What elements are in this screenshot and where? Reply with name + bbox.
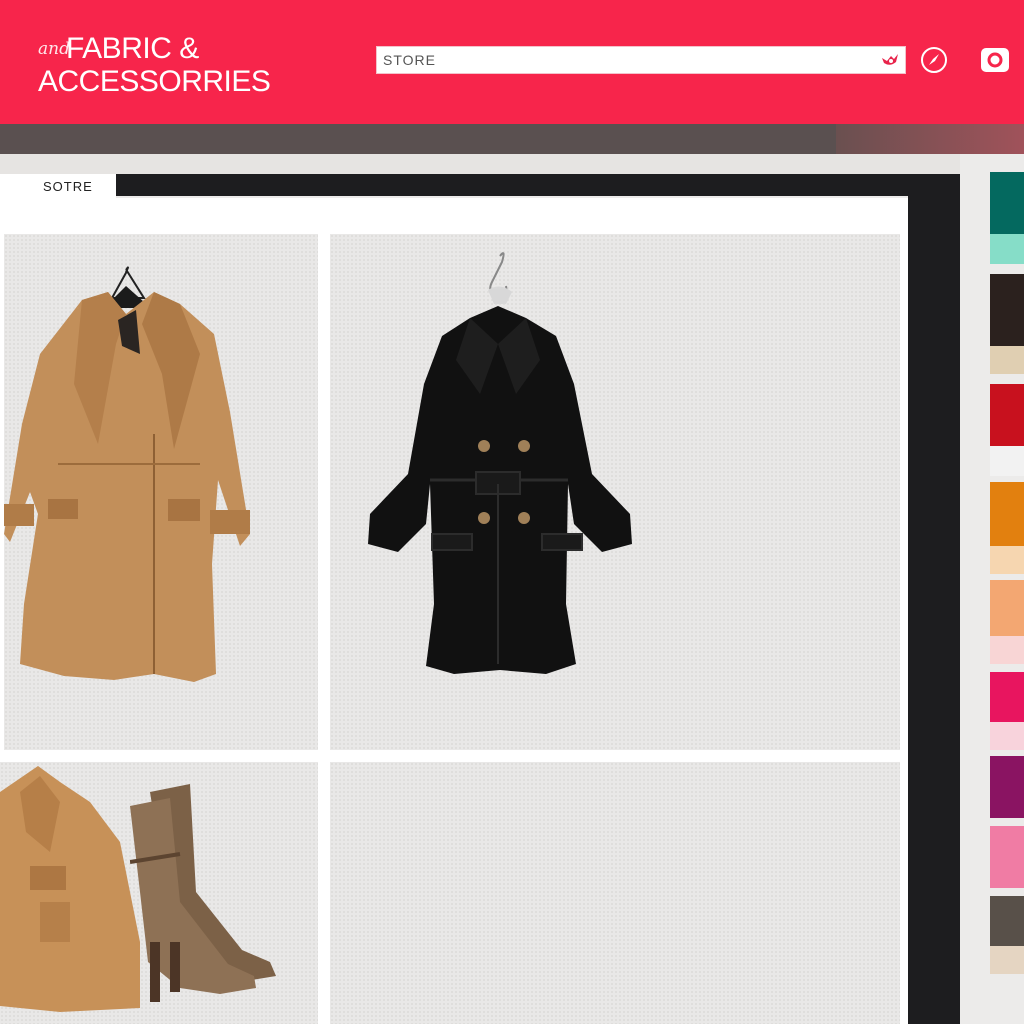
card-divider xyxy=(318,884,326,928)
search-box xyxy=(376,46,906,74)
color-swatch[interactable] xyxy=(990,172,1024,264)
product-card-empty[interactable] xyxy=(330,762,900,1024)
product-card[interactable] xyxy=(0,762,318,1024)
store-logo[interactable]: and FABRIC & ACCESSORRIES xyxy=(38,30,318,100)
bird-icon xyxy=(882,54,898,65)
color-swatch-list xyxy=(990,172,1024,992)
color-swatch[interactable] xyxy=(990,482,1024,574)
black-double-breasted-coat-icon xyxy=(368,252,632,674)
tab-store[interactable]: SOTRE xyxy=(0,174,116,198)
panel-right-edge xyxy=(908,174,960,1024)
compass-icon xyxy=(921,47,947,73)
logo-title-line1: FABRIC & xyxy=(66,32,199,65)
tab-bar xyxy=(116,174,960,196)
top-band-accent xyxy=(836,124,1024,154)
search-input[interactable] xyxy=(383,50,863,70)
tab-store-label: SOTRE xyxy=(43,179,93,194)
color-swatch[interactable] xyxy=(990,274,1024,374)
search-button[interactable] xyxy=(879,50,901,70)
color-swatch[interactable] xyxy=(990,896,1024,974)
color-swatch[interactable] xyxy=(990,580,1024,664)
logo-title-line2: ACCESSORRIES xyxy=(38,65,271,98)
color-swatch[interactable] xyxy=(990,756,1024,818)
location-button[interactable] xyxy=(920,46,948,74)
content-top-stripe xyxy=(0,154,960,174)
color-swatch[interactable] xyxy=(990,672,1024,750)
camera-icon xyxy=(981,48,1009,72)
camel-cape-coat-icon xyxy=(0,766,140,1012)
account-button[interactable] xyxy=(980,46,1010,74)
color-swatch[interactable] xyxy=(990,384,1024,476)
brown-knit-ankle-boots-icon xyxy=(130,784,276,1002)
product-card[interactable] xyxy=(4,234,318,750)
color-swatch[interactable] xyxy=(990,826,1024,888)
camel-wool-coat-icon xyxy=(4,266,250,682)
card-divider xyxy=(318,462,326,506)
product-card[interactable] xyxy=(330,234,900,750)
